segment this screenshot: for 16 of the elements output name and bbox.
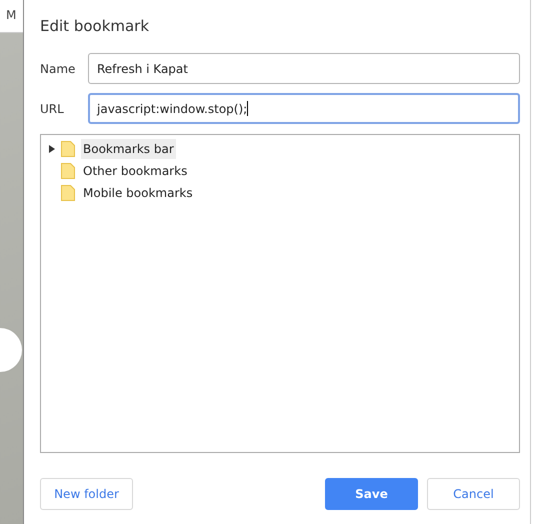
folder-item[interactable]: Mobile bookmarks: [81, 183, 195, 203]
folder-icon: [61, 163, 75, 179]
expand-arrow-icon[interactable]: [49, 145, 55, 153]
dialog-title: Edit bookmark: [40, 17, 150, 37]
dialog-button[interactable]: Save: [325, 478, 418, 510]
field-label: Name: [40, 62, 76, 76]
text-field[interactable]: Refresh i Kapat: [88, 53, 520, 84]
dialog-button[interactable]: Cancel: [427, 478, 520, 510]
tab-title: M: [6, 8, 16, 22]
folder-icon: [61, 141, 75, 157]
dialog-button[interactable]: New folder: [40, 478, 133, 510]
folder-item[interactable]: Bookmarks bar: [81, 139, 176, 159]
folder-item[interactable]: Other bookmarks: [81, 161, 190, 181]
folder-icon: [61, 185, 75, 201]
text-field[interactable]: javascript:window.stop();: [88, 93, 520, 124]
field-label: URL: [40, 102, 65, 116]
